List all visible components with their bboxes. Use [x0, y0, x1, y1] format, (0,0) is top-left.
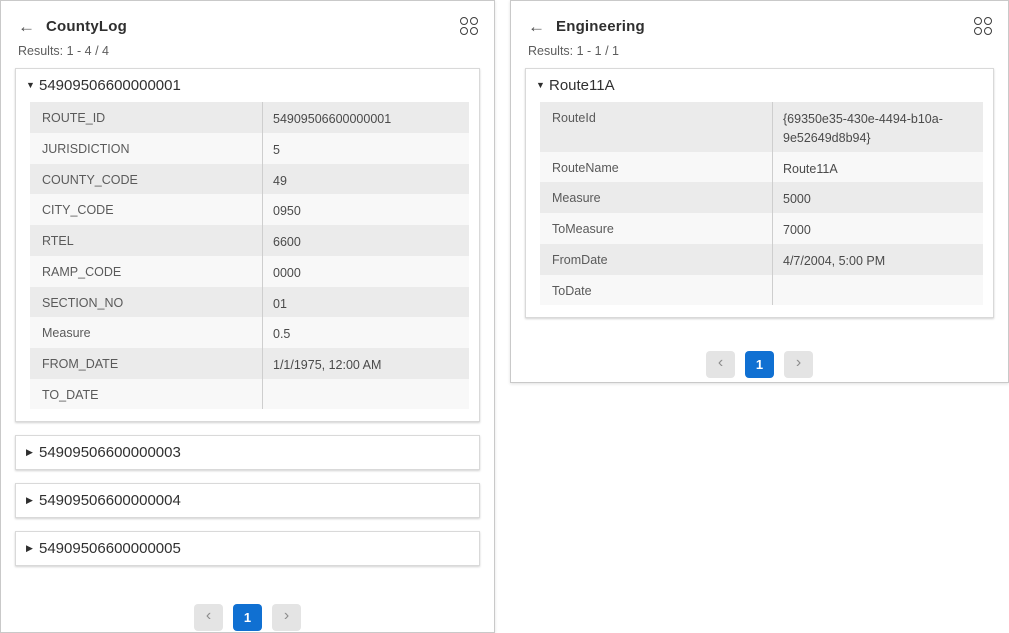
feature-header[interactable]: ▶ 54909506600000003	[16, 436, 479, 469]
table-row: RAMP_CODE 0000	[30, 256, 469, 287]
table-row: FromDate 4/7/2004, 5:00 PM	[540, 244, 983, 275]
apps-grid-icon[interactable]	[974, 17, 992, 35]
field-label: FromDate	[540, 244, 772, 275]
engineering-results-panel: ← Engineering Results: 1 - 1 / 1 ▼ Route…	[510, 0, 1009, 383]
field-value: 01	[262, 287, 469, 318]
field-value: 5000	[772, 182, 983, 213]
pagination: ‹ 1 ›	[1, 604, 494, 631]
field-value	[262, 379, 469, 409]
table-row: JURISDICTION 5	[30, 133, 469, 164]
field-value: 7000	[772, 213, 983, 244]
table-row: ROUTE_ID 54909506600000001	[30, 102, 469, 133]
table-row: COUNTY_CODE 49	[30, 164, 469, 195]
table-row: ToDate	[540, 275, 983, 305]
feature-card-expanded: ▼ Route11A RouteId {69350e35-430e-4494-b…	[525, 68, 994, 318]
feature-card-expanded: ▼ 54909506600000001 ROUTE_ID 54909506600…	[15, 68, 480, 422]
field-label: SECTION_NO	[30, 287, 262, 318]
next-page-button[interactable]: ›	[784, 351, 813, 378]
back-arrow-icon[interactable]: ←	[528, 18, 545, 35]
field-value: 0.5	[262, 317, 469, 348]
feature-title: 54909506600000001	[39, 77, 181, 94]
back-arrow-icon[interactable]: ←	[18, 18, 35, 35]
previous-page-button[interactable]: ‹	[706, 351, 735, 378]
feature-title: 54909506600000004	[39, 492, 181, 509]
next-page-button[interactable]: ›	[272, 604, 301, 631]
table-row: CITY_CODE 0950	[30, 194, 469, 225]
field-label: JURISDICTION	[30, 133, 262, 164]
current-page-button[interactable]: 1	[233, 604, 262, 631]
feature-header[interactable]: ▶ 54909506600000004	[16, 484, 479, 517]
field-value	[772, 275, 983, 305]
field-label: RouteId	[540, 102, 772, 152]
table-row: TO_DATE	[30, 379, 469, 409]
table-row: Measure 5000	[540, 182, 983, 213]
previous-page-button[interactable]: ‹	[194, 604, 223, 631]
field-value: 1/1/1975, 12:00 AM	[262, 348, 469, 379]
feature-card-collapsed: ▶ 54909506600000004	[15, 483, 480, 518]
feature-title: 54909506600000005	[39, 540, 181, 557]
field-value: 54909506600000001	[262, 102, 469, 133]
table-row: ToMeasure 7000	[540, 213, 983, 244]
field-label: TO_DATE	[30, 379, 262, 409]
field-value: 0950	[262, 194, 469, 225]
caret-right-icon: ▶	[26, 448, 39, 457]
field-label: ToMeasure	[540, 213, 772, 244]
field-label: Measure	[30, 317, 262, 348]
feature-card-collapsed: ▶ 54909506600000005	[15, 531, 480, 566]
feature-header[interactable]: ▶ 54909506600000005	[16, 532, 479, 565]
field-label: ROUTE_ID	[30, 102, 262, 133]
field-value: 0000	[262, 256, 469, 287]
field-label: RouteName	[540, 152, 772, 183]
table-row: FROM_DATE 1/1/1975, 12:00 AM	[30, 348, 469, 379]
field-value: 49	[262, 164, 469, 195]
field-label: RAMP_CODE	[30, 256, 262, 287]
field-label: FROM_DATE	[30, 348, 262, 379]
attribute-table: ROUTE_ID 54909506600000001 JURISDICTION …	[30, 102, 469, 409]
panel-title: Engineering	[556, 18, 645, 35]
caret-down-icon: ▼	[26, 81, 39, 90]
table-row: SECTION_NO 01	[30, 287, 469, 318]
results-count: Results: 1 - 4 / 4	[1, 35, 494, 58]
panel-title: CountyLog	[46, 18, 127, 35]
field-value: Route11A	[772, 152, 983, 183]
field-value: 4/7/2004, 5:00 PM	[772, 244, 983, 275]
table-row: Measure 0.5	[30, 317, 469, 348]
results-count: Results: 1 - 1 / 1	[511, 35, 1008, 58]
panel-header: ← CountyLog	[1, 1, 494, 35]
field-value: 6600	[262, 225, 469, 256]
feature-card-collapsed: ▶ 54909506600000003	[15, 435, 480, 470]
countylog-results-panel: ← CountyLog Results: 1 - 4 / 4 ▼ 5490950…	[0, 0, 495, 633]
table-row: RouteId {69350e35-430e-4494-b10a-9e52649…	[540, 102, 983, 152]
field-value: {69350e35-430e-4494-b10a-9e52649d8b94}	[772, 102, 983, 152]
caret-down-icon: ▼	[536, 81, 549, 90]
caret-right-icon: ▶	[26, 496, 39, 505]
field-label: Measure	[540, 182, 772, 213]
panel-header: ← Engineering	[511, 1, 1008, 35]
current-page-button[interactable]: 1	[745, 351, 774, 378]
feature-title: 54909506600000003	[39, 444, 181, 461]
feature-header[interactable]: ▼ Route11A	[526, 69, 993, 102]
pagination: ‹ 1 ›	[511, 351, 1008, 378]
feature-title: Route11A	[549, 77, 615, 94]
caret-right-icon: ▶	[26, 544, 39, 553]
field-value: 5	[262, 133, 469, 164]
feature-header[interactable]: ▼ 54909506600000001	[16, 69, 479, 102]
field-label: CITY_CODE	[30, 194, 262, 225]
field-label: COUNTY_CODE	[30, 164, 262, 195]
field-label: RTEL	[30, 225, 262, 256]
field-label: ToDate	[540, 275, 772, 305]
attribute-table: RouteId {69350e35-430e-4494-b10a-9e52649…	[540, 102, 983, 305]
apps-grid-icon[interactable]	[460, 17, 478, 35]
table-row: RouteName Route11A	[540, 152, 983, 183]
table-row: RTEL 6600	[30, 225, 469, 256]
